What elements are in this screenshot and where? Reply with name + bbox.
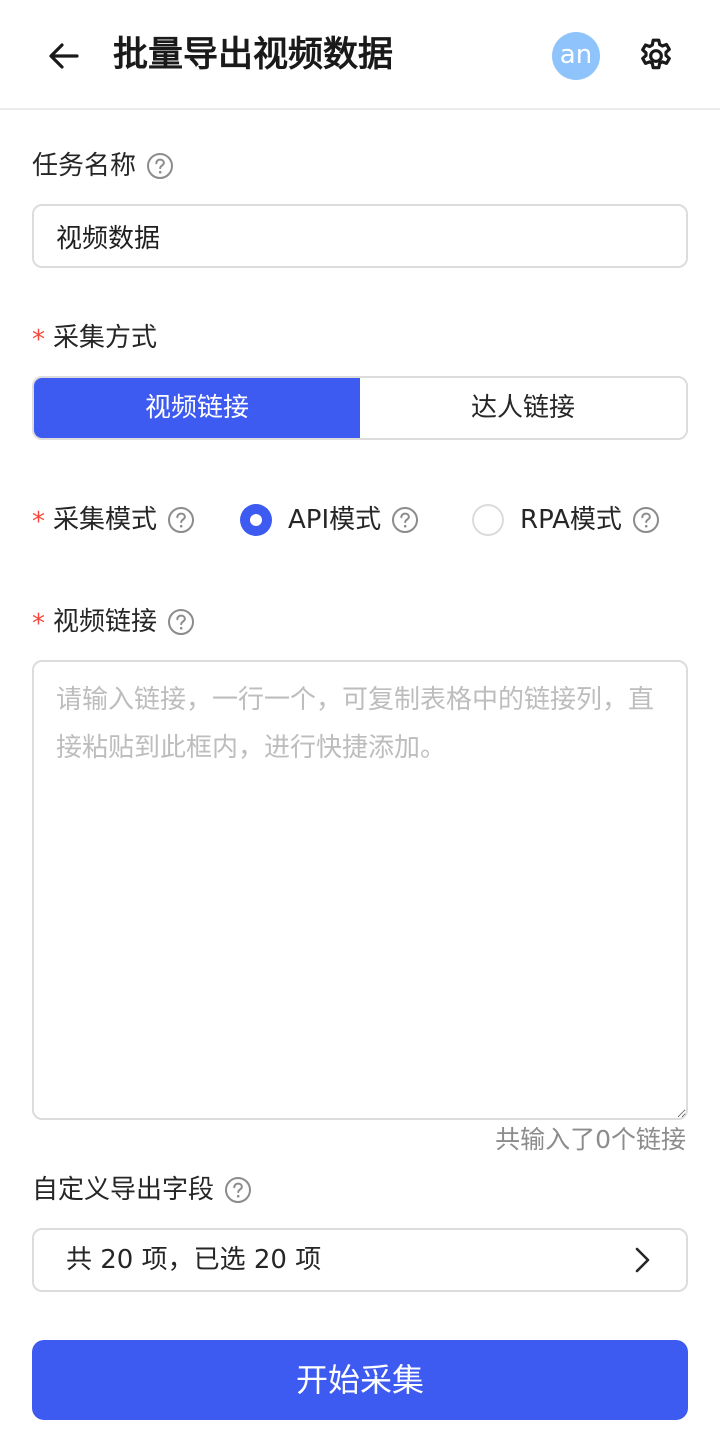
video-links-label: 视频链接 [53,607,158,637]
export-fields-summary: 共 20 项，已选 20 项 [66,1245,322,1275]
export-fields-label: 自定义导出字段 [32,1175,215,1205]
question-circle-icon[interactable] [167,506,195,534]
question-circle-icon[interactable] [391,506,419,534]
question-circle-icon[interactable] [224,1176,252,1204]
question-circle-icon[interactable] [167,608,195,636]
task-name-label-row: 任务名称 [32,148,174,184]
avatar[interactable]: an [552,32,600,80]
segment-creator-link[interactable]: 达人链接 [360,378,686,438]
required-mark: * [32,325,45,355]
segment-video-link[interactable]: 视频链接 [34,378,360,438]
top-bar: 批量导出视频数据 an [0,0,720,110]
collect-mode-label: 采集模式 [53,505,158,535]
video-links-textarea[interactable] [32,660,688,1120]
task-name-label: 任务名称 [32,151,137,181]
radio-unchecked-icon [472,504,504,536]
collect-method-label-row: * 采集方式 [32,320,157,356]
gear-icon [641,38,671,70]
radio-api-mode[interactable]: API模式 [240,502,419,538]
link-count-text: 共输入了0个链接 [495,1125,686,1154]
collect-method-label: 采集方式 [53,323,158,353]
question-circle-icon[interactable] [632,506,660,534]
radio-rpa-mode-label: RPA模式 [520,505,622,535]
settings-button[interactable] [636,36,676,76]
collect-mode-label-row: * 采集模式 [32,502,195,538]
question-circle-icon[interactable] [146,152,174,180]
video-links-label-row: * 视频链接 [32,604,195,640]
radio-api-mode-label: API模式 [288,505,382,535]
arrow-left-icon [49,43,79,69]
radio-rpa-mode[interactable]: RPA模式 [472,502,660,538]
collect-method-segmented: 视频链接 达人链接 [32,376,688,440]
export-video-data-page: 批量导出视频数据 an 任务名称 * 采集方式 视频链接 达人链接 * 采集模式 [0,0,720,1440]
back-button[interactable] [44,36,84,76]
chevron-right-icon [635,1247,650,1273]
export-fields-label-row: 自定义导出字段 [32,1172,252,1208]
task-name-input[interactable] [32,204,688,268]
required-mark: * [32,609,45,639]
required-mark: * [32,507,45,537]
radio-checked-icon [240,504,272,536]
page-title: 批量导出视频数据 [113,35,394,75]
export-fields-selector[interactable]: 共 20 项，已选 20 项 [32,1228,688,1292]
start-collect-button[interactable]: 开始采集 [32,1340,688,1420]
